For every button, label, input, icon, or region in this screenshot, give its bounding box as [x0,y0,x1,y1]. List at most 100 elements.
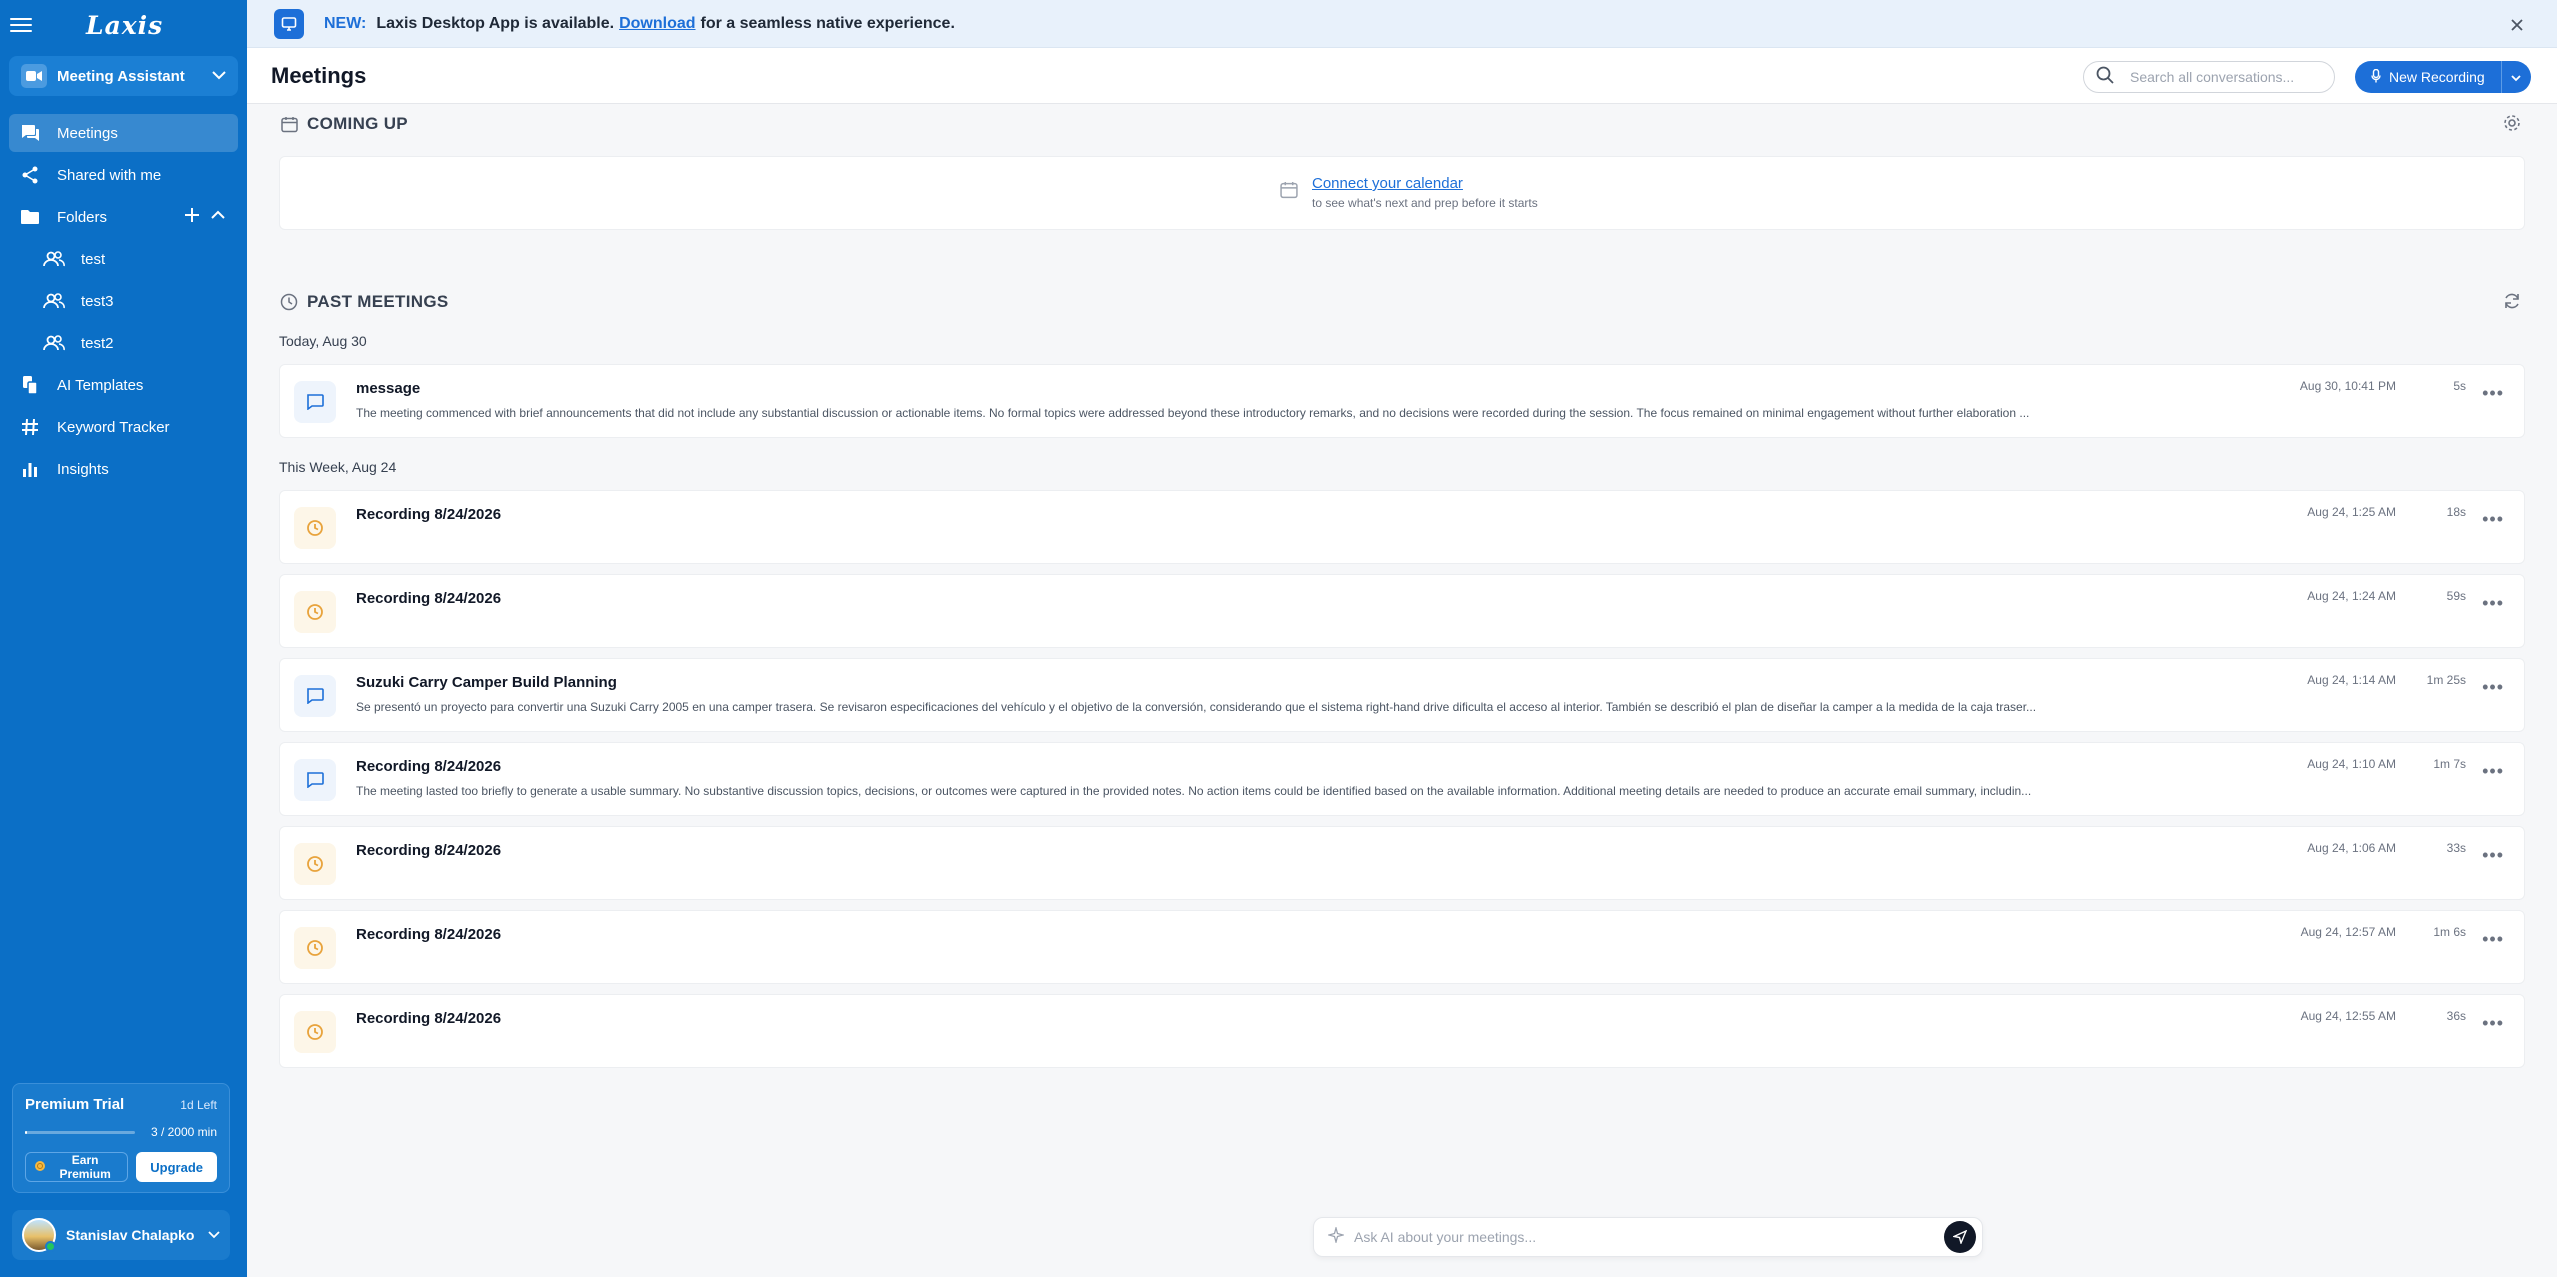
online-status-dot [45,1241,56,1252]
usage-text: 3 / 2000 min [150,1125,217,1139]
sidebar-item-label: Keyword Tracker [57,418,170,436]
date-group-label: This Week, Aug 24 [279,459,397,475]
calendar-icon [1280,181,1298,210]
search-box[interactable] [2083,61,2335,93]
meeting-title: Recording 8/24/2026 [356,506,502,523]
meeting-duration: 36s [2446,1009,2466,1023]
meeting-row[interactable]: Recording 8/24/2026 Aug 24, 1:06 AM 33s ••• [279,826,2525,900]
connect-calendar-link[interactable]: Connect your calendar [1312,175,1538,192]
templates-icon [19,374,41,396]
meeting-title: Recording 8/24/2026 [356,1010,502,1027]
meeting-row[interactable]: Recording 8/24/2026 Aug 24, 12:57 AM 1m 6s… [279,910,2525,984]
meeting-summary: The meeting commenced with brief announc… [356,406,2030,420]
more-options-icon[interactable]: ••• [2482,845,2504,866]
new-recording-dropdown[interactable] [2500,61,2531,93]
video-camera-icon [21,64,47,88]
meeting-duration: 59s [2446,589,2466,603]
sidebar-item-insights[interactable]: Insights [9,450,238,488]
chevron-down-icon [2511,70,2521,85]
sidebar-item-ai-templates[interactable]: AI Templates [9,366,238,404]
more-options-icon[interactable]: ••• [2482,1013,2504,1034]
date-group-label: Today, Aug 30 [279,333,367,349]
meeting-date: Aug 24, 1:14 AM [2307,673,2396,687]
sidebar-item-label: test3 [81,292,114,310]
meeting-title: message [356,380,421,397]
usage-progress-bar [25,1130,135,1134]
meeting-row[interactable]: Recording 8/24/2026 Aug 24, 1:24 AM 59s ••• [279,574,2525,648]
sidebar-item-folders[interactable]: Folders [9,198,238,236]
coming-up-header: COMING UP [279,104,2525,144]
ask-ai-bar[interactable] [1313,1217,1983,1257]
more-options-icon[interactable]: ••• [2482,383,2504,404]
meeting-date: Aug 24, 1:06 AM [2307,841,2396,855]
sidebar-item-label: test2 [81,334,114,352]
search-input[interactable] [2130,69,2320,85]
earn-premium-button[interactable]: Earn Premium [25,1152,129,1182]
meeting-duration: 1m 7s [2433,757,2466,771]
more-options-icon[interactable]: ••• [2482,593,2504,614]
sidebar-item-keyword-tracker[interactable]: Keyword Tracker [9,408,238,446]
meeting-row[interactable]: Recording 8/24/2026 Aug 24, 12:55 AM 36s ••… [279,994,2525,1068]
new-recording-button[interactable]: New Recording [2355,61,2501,93]
sidebar-nav: Meetings Shared with me Folders test tes… [0,114,247,488]
meeting-row[interactable]: Recording 8/24/2026 Aug 24, 1:25 AM 18s ••• [279,490,2525,564]
meeting-date: Aug 24, 1:25 AM [2307,505,2396,519]
clock-icon [294,591,336,633]
chevron-down-icon [208,1226,220,1244]
sidebar-item-folder-test2[interactable]: test2 [9,324,238,362]
search-icon [2096,66,2114,89]
banner-text: Laxis Desktop App is available. [376,14,615,32]
chat-bubble-icon [294,381,336,423]
meeting-row[interactable]: message The meeting commenced with brief … [279,364,2525,438]
meeting-row[interactable]: Suzuki Carry Camper Build Planning Se pre… [279,658,2525,732]
meeting-groups: Today, Aug 30 message The meeting commence… [279,328,2525,1068]
banner-new-label: NEW: [324,14,367,32]
more-options-icon[interactable]: ••• [2482,677,2504,698]
main: NEW: Laxis Desktop App is available. Dow… [247,0,2557,1277]
meeting-date: Aug 24, 12:55 AM [2300,1009,2396,1023]
chevron-up-icon[interactable] [210,207,226,227]
monitor-icon [274,8,304,39]
sidebar-item-folder-test3[interactable]: test3 [9,282,238,320]
meeting-title: Recording 8/24/2026 [356,926,502,943]
add-folder-icon[interactable] [184,207,200,227]
more-options-icon[interactable]: ••• [2482,929,2504,950]
meeting-title: Recording 8/24/2026 [356,758,502,775]
ask-ai-input[interactable] [1354,1229,1944,1245]
sidebar-item-shared[interactable]: Shared with me [9,156,238,194]
more-options-icon[interactable]: ••• [2482,761,2504,782]
banner-suffix: for a seamless native experience. [700,14,955,32]
refresh-icon[interactable] [2503,292,2521,315]
new-recording-group: New Recording [2355,61,2531,93]
assistant-selector[interactable]: Meeting Assistant [9,56,238,96]
send-icon[interactable] [1944,1221,1976,1253]
connect-calendar-card: Connect your calendar to see what's next… [279,156,2525,230]
past-meetings: PAST MEETINGS Today, Aug 30 message The me… [279,282,2525,1068]
chat-icon [19,122,41,144]
sidebar-item-label: AI Templates [57,376,144,394]
meeting-date: Aug 24, 12:57 AM [2300,925,2396,939]
folder-icon [19,206,41,228]
download-link[interactable]: Download [619,15,695,33]
people-icon [43,248,65,270]
assistant-label: Meeting Assistant [57,67,185,85]
menu-icon[interactable] [10,14,32,36]
upgrade-button[interactable]: Upgrade [136,1152,217,1182]
sparkle-icon [1326,1225,1346,1248]
past-meetings-title: PAST MEETINGS [307,292,449,311]
clock-icon [294,927,336,969]
user-menu[interactable]: Stanislav Chalapko [12,1210,230,1260]
connect-calendar-subtext: to see what's next and prep before it st… [1312,196,1538,210]
meeting-duration: 5s [2453,379,2466,393]
meeting-summary: Se presentó un proyecto para convertir u… [356,700,2037,714]
close-icon[interactable] [2511,14,2523,37]
settings-icon[interactable] [2503,114,2521,137]
meeting-date: Aug 24, 1:10 AM [2307,757,2396,771]
sidebar-item-meetings[interactable]: Meetings [9,114,238,152]
more-options-icon[interactable]: ••• [2482,509,2504,530]
premium-trial-card: Premium Trial 1d Left 3 / 2000 min Earn … [12,1083,230,1193]
sidebar-item-folder-test[interactable]: test [9,240,238,278]
meeting-duration: 33s [2446,841,2466,855]
meeting-summary: The meeting lasted too briefly to genera… [356,784,2032,798]
meeting-row[interactable]: Recording 8/24/2026 The meeting lasted to… [279,742,2525,816]
